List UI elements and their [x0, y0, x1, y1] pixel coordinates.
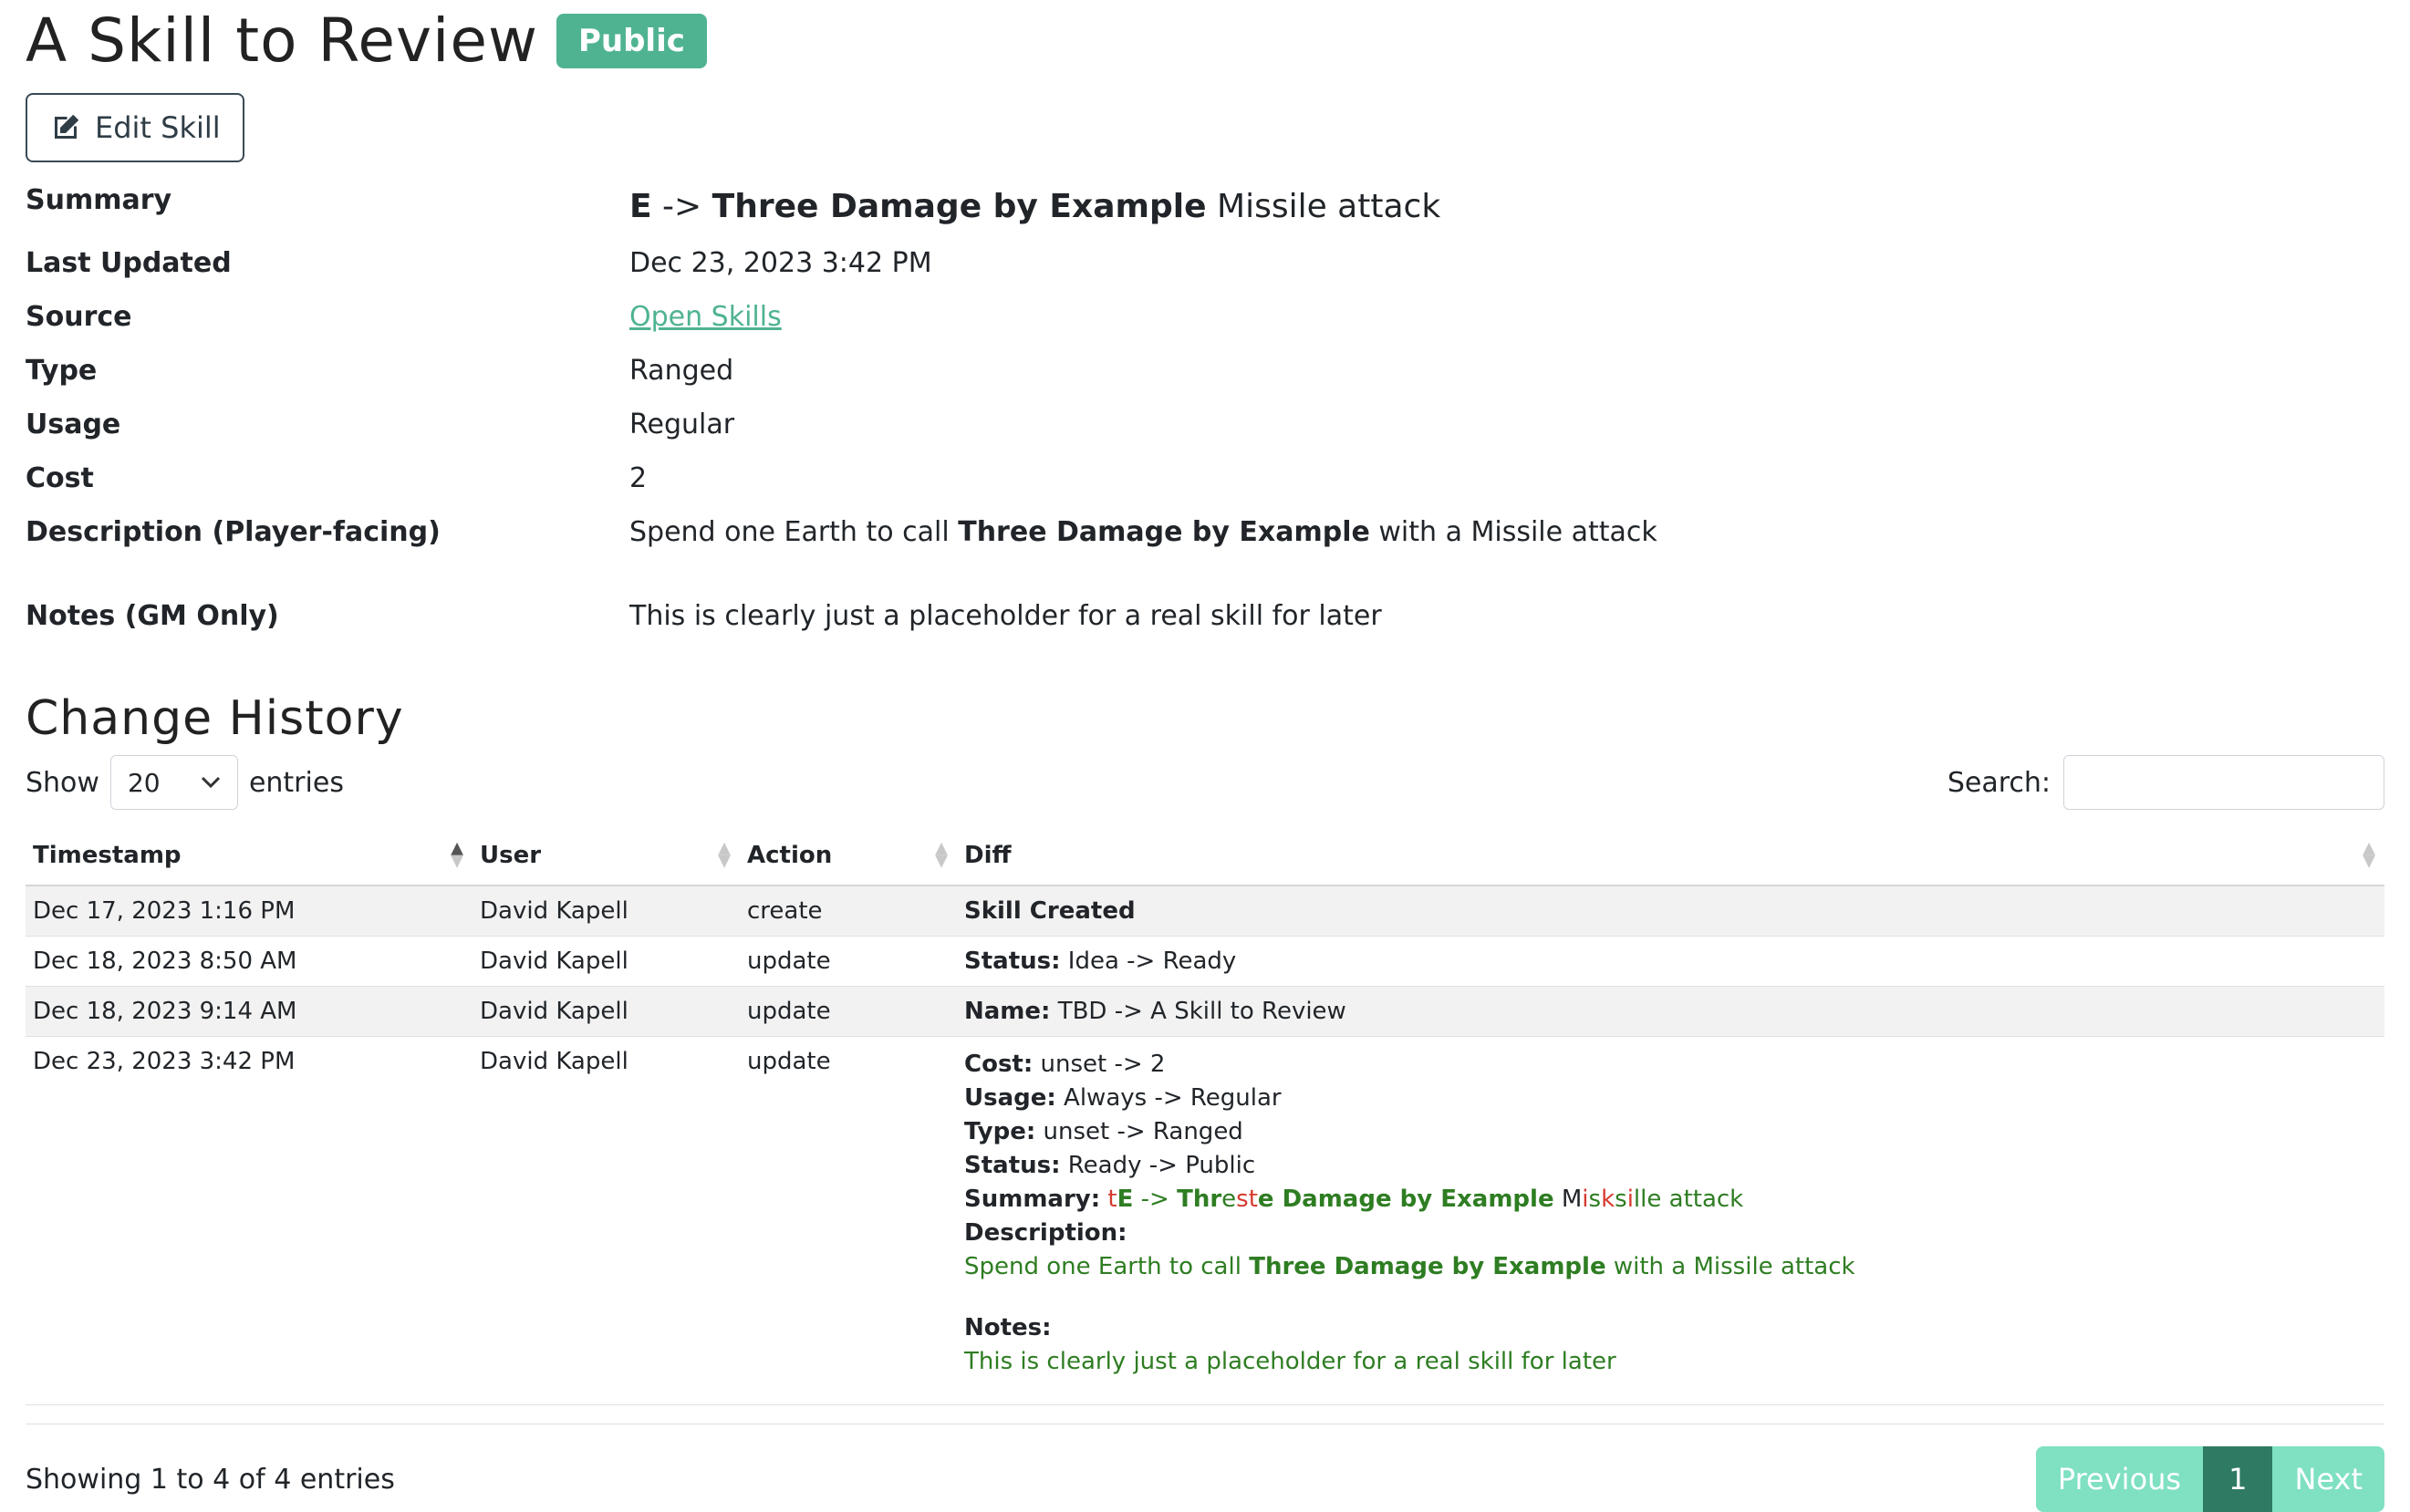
- cell-timestamp: Dec 17, 2023 1:16 PM: [26, 885, 473, 937]
- pagination: Previous 1 Next: [2035, 1446, 2384, 1512]
- column-header-user[interactable]: User ▲ ▼: [473, 826, 740, 886]
- last-updated-label: Last Updated: [26, 247, 232, 279]
- cell-user: David Kapell: [473, 885, 740, 937]
- diff-notes-value: This is clearly just a placeholder for a…: [964, 1348, 1616, 1375]
- cell-action: update: [740, 986, 957, 1037]
- usage-row: Usage Regular: [26, 409, 2384, 462]
- skill-details: Summary E -> Three Damage by Example Mis…: [26, 179, 2384, 691]
- table-header-row: Timestamp ▲ ▼ User ▲ ▼ Action ▲ ▼ Diff ▲ ▼: [26, 826, 2384, 886]
- usage-value: Regular: [629, 409, 735, 440]
- last-updated-value: Dec 23, 2023 3:42 PM: [629, 247, 932, 279]
- change-history-table: Timestamp ▲ ▼ User ▲ ▼ Action ▲ ▼ Diff ▲ ▼ Dec 1…: [26, 826, 2384, 1405]
- edit-skill-label: Edit Skill: [95, 110, 221, 145]
- cost-value: 2: [629, 462, 648, 494]
- notes-label: Notes (GM Only): [26, 600, 279, 632]
- cell-timestamp: Dec 23, 2023 3:42 PM: [26, 1036, 473, 1405]
- edit-skill-button[interactable]: Edit Skill: [26, 93, 244, 162]
- search-input[interactable]: [2063, 755, 2384, 810]
- cell-timestamp: Dec 18, 2023 8:50 AM: [26, 936, 473, 987]
- type-value: Ranged: [629, 355, 734, 387]
- search-control: Search:: [1948, 755, 2384, 810]
- show-label: Show: [26, 766, 99, 799]
- change-history-title: Change History: [26, 691, 404, 746]
- entries-label: entries: [248, 766, 344, 799]
- summary-label: Summary: [26, 184, 172, 216]
- table-row: Dec 18, 2023 9:14 AM David Kapell update…: [26, 986, 2384, 1037]
- summary-row: Summary E -> Three Damage by Example Mis…: [26, 179, 2384, 247]
- sort-asc-icon: ▲ ▼: [451, 838, 463, 871]
- edit-icon: [55, 114, 79, 139]
- cell-timestamp: Dec 18, 2023 9:14 AM: [26, 986, 473, 1037]
- cell-diff: Skill Created: [957, 885, 2384, 937]
- diff-description-value: Spend one Earth to call Three Damage by …: [964, 1253, 1855, 1280]
- cell-action: update: [740, 936, 957, 987]
- cell-diff: Name: TBD -> A Skill to Review: [957, 986, 2384, 1037]
- sort-icon: ▲ ▼: [935, 838, 948, 871]
- diff-usage: Usage: Always -> Regular: [964, 1084, 1282, 1112]
- diff-notes-label: Notes:: [964, 1314, 1052, 1341]
- sort-icon: ▲ ▼: [718, 838, 731, 871]
- summary-value: E -> Three Damage by Example Missile att…: [629, 188, 1441, 225]
- cell-diff: Cost: unset -> 2 Usage: Always -> Regula…: [957, 1036, 2384, 1405]
- previous-page-button[interactable]: Previous: [2035, 1446, 2204, 1512]
- cell-action: update: [740, 1036, 957, 1405]
- search-label: Search:: [1947, 766, 2051, 799]
- title-row: A Skill to Review Public: [26, 0, 2384, 82]
- column-header-timestamp[interactable]: Timestamp ▲ ▼: [26, 826, 473, 886]
- source-row: Source Open Skills: [26, 301, 2384, 355]
- notes-value: This is clearly just a placeholder for a…: [629, 600, 1382, 632]
- cost-row: Cost 2: [26, 462, 2384, 516]
- column-header-action[interactable]: Action ▲ ▼: [740, 826, 957, 886]
- table-info: Showing 1 to 4 of 4 entries: [26, 1463, 395, 1496]
- cell-user: David Kapell: [473, 1036, 740, 1405]
- page-length-control: Show 20 entries: [26, 755, 344, 810]
- cell-diff: Status: Idea -> Ready: [957, 936, 2384, 987]
- cost-label: Cost: [26, 462, 94, 494]
- type-label: Type: [26, 355, 98, 387]
- diff-type: Type: unset -> Ranged: [964, 1118, 1243, 1145]
- type-row: Type Ranged: [26, 355, 2384, 409]
- description-value: Spend one Earth to call Three Damage by …: [629, 516, 1657, 548]
- cell-user: David Kapell: [473, 936, 740, 987]
- description-label: Description (Player-facing): [26, 516, 441, 548]
- sort-icon: ▲ ▼: [2363, 838, 2375, 871]
- table-row: Dec 23, 2023 3:42 PM David Kapell update…: [26, 1036, 2384, 1405]
- page: A Skill to Review Public Edit Skill Summ…: [0, 0, 2410, 1512]
- page-1-button[interactable]: 1: [2203, 1446, 2273, 1512]
- table-row: Dec 18, 2023 8:50 AM David Kapell update…: [26, 936, 2384, 987]
- notes-row: Notes (GM Only) This is clearly just a p…: [26, 600, 2384, 691]
- source-link[interactable]: Open Skills: [629, 301, 782, 333]
- description-row: Description (Player-facing) Spend one Ea…: [26, 516, 2384, 600]
- cell-user: David Kapell: [473, 986, 740, 1037]
- diff-cost: Cost: unset -> 2: [964, 1051, 1166, 1078]
- cell-action: create: [740, 885, 957, 937]
- table-row: Dec 17, 2023 1:16 PM David Kapell create…: [26, 885, 2384, 937]
- status-badge: Public: [556, 13, 707, 69]
- chevron-down-icon: [201, 776, 221, 789]
- diff-description-label: Description:: [964, 1219, 1127, 1247]
- table-controls: Show 20 entries Search:: [26, 755, 2384, 810]
- diff-summary: Summary: tE -> Threste Damage by Example…: [964, 1186, 1744, 1213]
- table-footer: Showing 1 to 4 of 4 entries Previous 1 N…: [26, 1424, 2384, 1512]
- diff-status: Status: Ready -> Public: [964, 1152, 1256, 1179]
- column-header-diff[interactable]: Diff ▲ ▼: [957, 826, 2384, 886]
- source-label: Source: [26, 301, 132, 333]
- next-page-button[interactable]: Next: [2272, 1446, 2384, 1512]
- usage-label: Usage: [26, 409, 121, 440]
- last-updated-row: Last Updated Dec 23, 2023 3:42 PM: [26, 247, 2384, 301]
- page-title: A Skill to Review: [26, 5, 538, 76]
- page-size-select[interactable]: 20: [109, 755, 238, 810]
